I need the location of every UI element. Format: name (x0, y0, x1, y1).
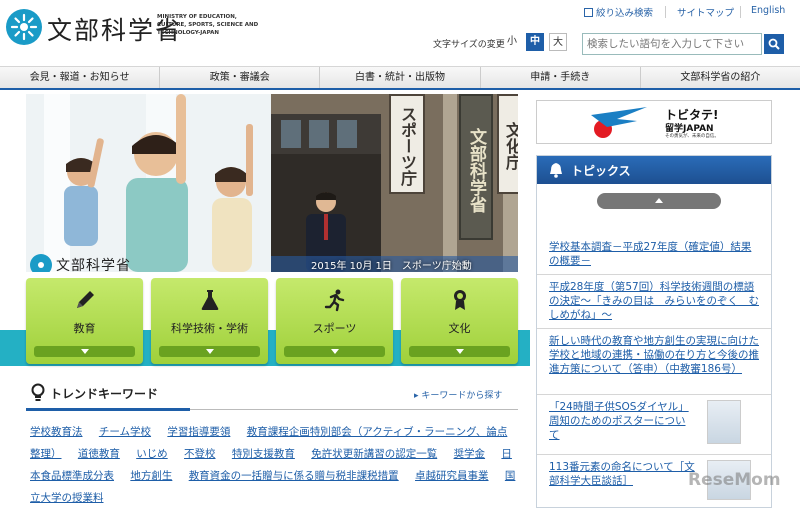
divider (537, 328, 771, 329)
keyword-link[interactable]: 卓越研究員事業 (415, 470, 489, 482)
filter-search-icon (584, 8, 593, 17)
chevron-down-icon (159, 346, 260, 357)
divider (26, 408, 190, 411)
font-size-medium-button[interactable]: 中 (526, 33, 544, 51)
hero-children-photo (26, 94, 271, 272)
search-by-keyword-label: キーワードから探す (421, 391, 503, 401)
search-by-keyword-link[interactable]: ▸ キーワードから探す (414, 388, 502, 401)
topic-link[interactable]: 学校基本調査－平成27年度（確定値）結果の概要－ (549, 240, 759, 268)
keyword-link[interactable]: 教育資金の一括贈与に係る贈与税非課税措置 (189, 470, 399, 482)
flask-icon (198, 288, 222, 317)
filter-search-label: 絞り込み検索 (596, 8, 654, 19)
bell-icon (550, 163, 562, 178)
english-link[interactable]: English (751, 5, 785, 16)
divider (537, 454, 771, 455)
category-science[interactable]: 科学技術・学術 (151, 278, 268, 364)
topics-panel: トピックス 学校基本調査－平成27年度（確定値）結果の概要－ 平成28年度（第5… (536, 155, 772, 508)
category-label: 科学技術・学術 (171, 322, 248, 335)
nav-item-about[interactable]: 文部科学省の紹介 (641, 67, 800, 88)
scroll-up-button[interactable] (597, 193, 721, 209)
hero-building-photo: スポーツ庁 文部科学省 文化庁 (271, 94, 518, 272)
watermark: ReseMom (688, 470, 781, 490)
topic-link[interactable]: 平成28年度（第57回）科学技術週間の標語の決定～「きみの目は みらいをのぞく … (549, 280, 759, 322)
divider (190, 409, 518, 410)
tobitate-logo-icon (591, 107, 647, 138)
keyword-link[interactable]: いじめ (136, 448, 168, 460)
font-size-large-button[interactable]: 大 (549, 33, 567, 51)
ministry-logo-icon[interactable] (6, 9, 42, 45)
keyword-link[interactable]: 免許状更新講習の認定一覧 (311, 448, 437, 460)
topic-link[interactable]: 113番元素の命名について［文部科学大臣談話］ (549, 460, 699, 488)
banner-tagline: その勇気が、未来の自信。 (665, 134, 719, 139)
hero-logo-icon (30, 254, 52, 272)
lightbulb-icon (31, 383, 45, 401)
font-size-label: 文字サイズの変更 (433, 40, 505, 50)
nav-item-policy[interactable]: 政策・審議会 (160, 67, 321, 88)
hero-banner[interactable]: スポーツ庁 文部科学省 文化庁 文部科学省 2015年 10月 1日 スポーツ庁… (26, 94, 518, 272)
nav-item-whitepaper[interactable]: 白書・統計・出版物 (320, 67, 481, 88)
runner-icon (323, 288, 347, 317)
site-logo-english: MINISTRY OF EDUCATION, CULTURE, SPORTS, … (157, 14, 259, 36)
divider (740, 6, 741, 18)
search-button[interactable] (764, 34, 784, 54)
hero-caption: 2015年 10月 1日 スポーツ庁始動 (311, 261, 472, 272)
keyword-link[interactable]: 地方創生 (130, 470, 172, 482)
topics-header: トピックス (537, 156, 771, 184)
keyword-link[interactable]: 学習指導要領 (167, 426, 230, 438)
keyword-link[interactable]: 学校教育法 (30, 426, 83, 438)
medal-icon (448, 288, 472, 317)
filter-search-link[interactable]: 絞り込み検索 (584, 5, 653, 19)
tobitate-banner[interactable]: トビタテ! 留学JAPAN その勇気が、未来の自信。 (536, 100, 772, 144)
category-education[interactable]: 教育 (26, 278, 143, 364)
divider (537, 274, 771, 275)
keyword-link[interactable]: 奨学金 (454, 448, 486, 460)
site-header: 文部科学省 MINISTRY OF EDUCATION, CULTURE, SP… (0, 0, 800, 66)
nav-item-applications[interactable]: 申請・手続き (481, 67, 641, 88)
trend-keywords-title: トレンドキーワード (50, 387, 159, 401)
keyword-link[interactable]: 不登校 (184, 448, 216, 460)
global-nav: 会見・報道・お知らせ 政策・審議会 白書・統計・出版物 申請・手続き 文部科学省… (0, 66, 800, 90)
category-sports[interactable]: スポーツ (276, 278, 393, 364)
topic-link[interactable]: 新しい時代の教育や地方創生の実現に向けた学校と地域の連携・協働の在り方と今後の推… (549, 334, 759, 376)
sos-poster-thumbnail[interactable] (707, 400, 741, 444)
sitemap-link[interactable]: サイトマップ (677, 5, 734, 19)
right-gutter (774, 94, 800, 508)
trend-keyword-list: 学校教育法 チーム学校 学習指導要領 教育課程企画特別部会（アクティブ・ラーニン… (30, 421, 516, 509)
hero-logo-text: 文部科学省 (56, 258, 131, 272)
keyword-link[interactable]: チーム学校 (99, 426, 151, 438)
search-input[interactable] (582, 33, 762, 55)
chevron-down-icon (34, 346, 135, 357)
keyword-link[interactable]: 特別支援教育 (232, 448, 295, 460)
sign-mext: 文部科学省 (459, 94, 493, 240)
nav-item-news[interactable]: 会見・報道・お知らせ (0, 67, 161, 88)
chevron-up-icon (655, 198, 663, 203)
divider (537, 394, 771, 395)
chevron-down-icon (284, 346, 385, 357)
chevron-down-icon (409, 346, 510, 357)
topic-link[interactable]: 「24時間子供SOSダイヤル」周知のためのポスターについて (549, 400, 695, 442)
keyword-link[interactable]: 道徳教育 (78, 448, 120, 460)
divider (665, 6, 666, 18)
trend-keywords-header: トレンドキーワード ▸ キーワードから探す (26, 381, 518, 411)
category-label: 文化 (448, 322, 471, 335)
hero-logo: 文部科学省 (30, 254, 131, 272)
topics-title: トピックス (571, 164, 631, 178)
font-size-small-button[interactable]: 小 (503, 33, 521, 51)
search-icon (768, 38, 780, 50)
pencil-icon (73, 288, 97, 317)
sign-culture-agency: 文化庁 (497, 94, 518, 194)
category-label: スポーツ (312, 322, 357, 335)
category-label: 教育 (73, 322, 96, 335)
category-culture[interactable]: 文化 (401, 278, 518, 364)
sign-sports-agency: スポーツ庁 (389, 94, 425, 194)
